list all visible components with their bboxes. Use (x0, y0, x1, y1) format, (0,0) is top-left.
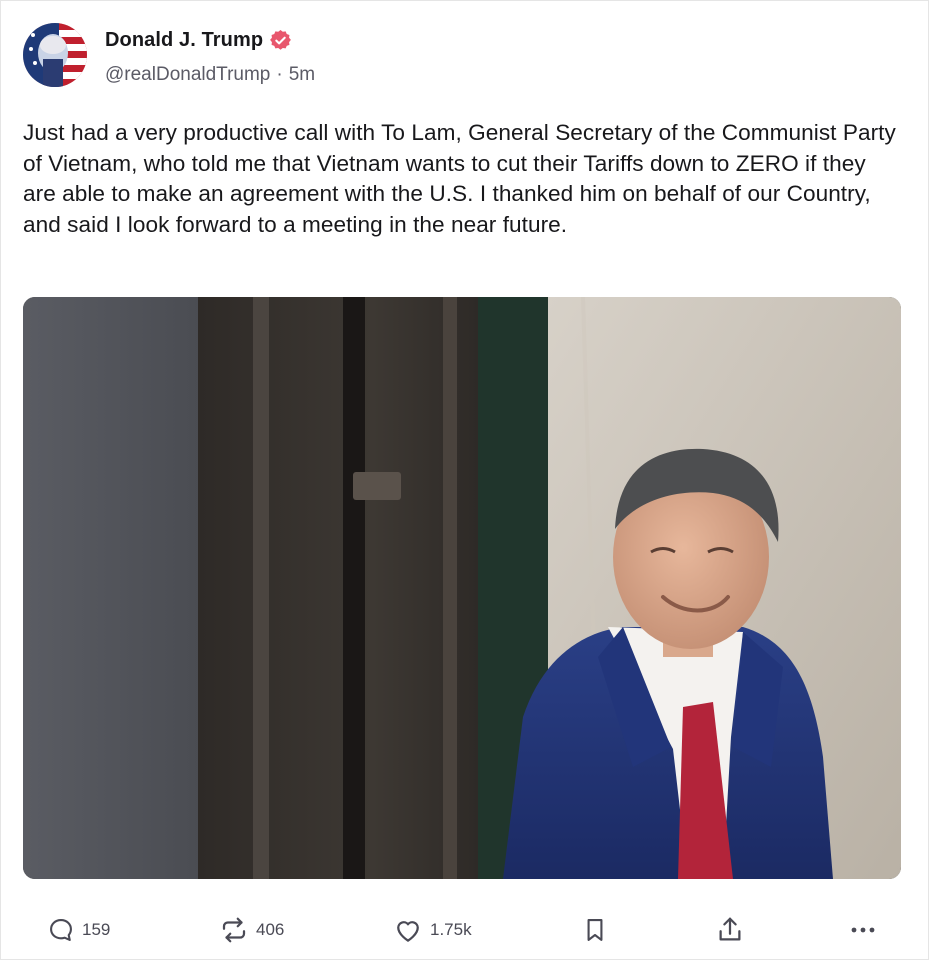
post-timestamp[interactable]: 5m (289, 64, 315, 86)
more-icon (851, 927, 875, 933)
reply-button[interactable]: 159 (47, 906, 110, 954)
share-icon (719, 917, 741, 941)
like-count: 1.75k (430, 920, 472, 939)
post-actions-bar: 159 406 1.75k (1, 906, 929, 954)
heart-icon (397, 921, 419, 942)
post-card: Donald J. Trump @realDonaldTrump · 5m Ju… (0, 0, 929, 960)
photo-man-in-suit (23, 297, 901, 879)
comment-icon (50, 919, 72, 941)
name-row: Donald J. Trump (105, 29, 315, 52)
author-handle[interactable]: @realDonaldTrump (105, 64, 270, 86)
retruth-button[interactable]: 406 (219, 906, 284, 954)
post-body-text: Just had a very productive call with To … (23, 120, 896, 237)
author-display-name[interactable]: Donald J. Trump (105, 29, 263, 52)
reply-count: 159 (82, 920, 111, 939)
retruth-count: 406 (256, 920, 285, 939)
bookmark-button[interactable] (581, 906, 609, 954)
meta-separator: · (276, 64, 283, 85)
share-button[interactable] (715, 906, 745, 954)
meta-row: @realDonaldTrump · 5m (105, 64, 315, 86)
author-info: Donald J. Trump @realDonaldTrump · 5m (105, 29, 315, 86)
verified-badge-icon (270, 30, 292, 51)
post-media-image[interactable] (23, 297, 901, 879)
post-header: Donald J. Trump @realDonaldTrump · 5m (23, 23, 315, 93)
bookmark-icon (587, 919, 603, 941)
more-button[interactable] (847, 906, 879, 954)
repost-icon (222, 917, 246, 943)
like-button[interactable]: 1.75k (393, 906, 472, 954)
avatar-image (23, 23, 87, 87)
avatar[interactable] (23, 23, 87, 87)
